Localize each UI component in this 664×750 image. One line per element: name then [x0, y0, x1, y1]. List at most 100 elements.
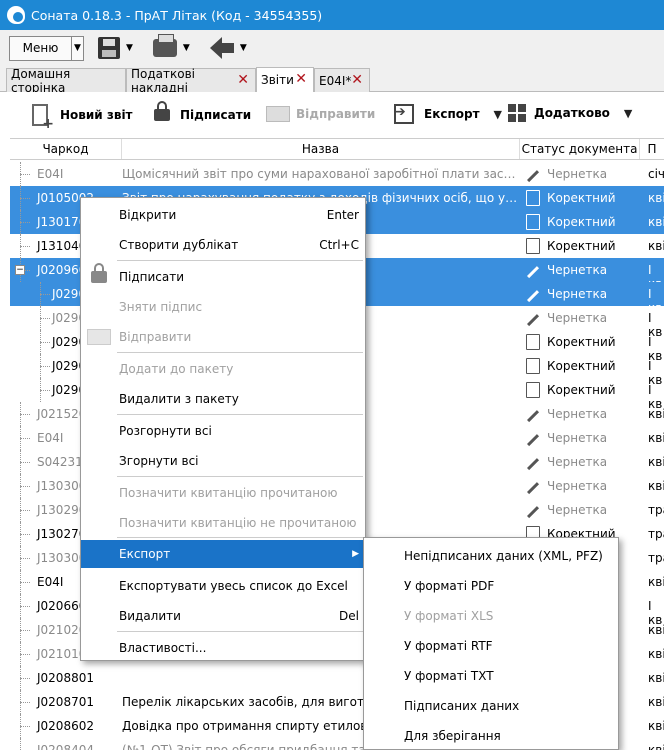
menu-dropdown-icon[interactable]: ▼ — [71, 36, 83, 60]
column-header-name[interactable]: Назва — [122, 139, 520, 159]
submenu-item-unsigned-data[interactable]: Непідписаних даних (XML, PFZ) — [364, 541, 618, 571]
tab-label: Звіти — [261, 73, 294, 87]
column-header-period[interactable]: П — [640, 139, 664, 159]
menu-item-export[interactable]: Експорт ▶ — [81, 540, 365, 568]
menu-item-open[interactable]: Відкрити Enter — [81, 201, 365, 229]
row-period: кві — [648, 455, 664, 469]
menu-item-duplicate[interactable]: Створити дублікат Ctrl+C — [81, 231, 365, 259]
submenu-item-signed-data[interactable]: Підписаних даних — [364, 691, 618, 721]
table-row[interactable]: E04I Щомісячний звіт про суми нарахованої… — [10, 162, 664, 186]
export-button[interactable]: Експорт ▼ — [394, 104, 502, 124]
export-label: Експорт — [424, 107, 480, 121]
submenu-item-label: Непідписаних даних (XML, PFZ) — [404, 549, 603, 563]
tree-branch — [40, 318, 50, 319]
close-icon[interactable]: ✕ — [237, 72, 249, 88]
menu-separator — [117, 476, 363, 477]
menu-item-shortcut: Ctrl+C — [319, 238, 359, 252]
menu-item-mark-read[interactable]: Позначити квитанцію прочитаною — [81, 479, 365, 507]
menu-item-export-excel[interactable]: Експортувати увесь список до Excel — [81, 572, 365, 600]
lock-icon — [91, 263, 107, 283]
menu-item-shortcut: Del — [339, 609, 359, 623]
row-name: Щомісячний звіт про суми нарахованої зар… — [122, 167, 520, 181]
tree-branch — [20, 558, 30, 559]
title-bar: Соната 0.18.3 - ПрАТ Літак (Код - 345543… — [0, 0, 664, 30]
menu-item-properties[interactable]: Властивості... — [81, 634, 365, 662]
row-status: Чернетка — [547, 407, 608, 421]
row-status: Чернетка — [547, 311, 608, 325]
submenu-item-label: Для зберігання — [404, 729, 501, 743]
column-header-barcode[interactable]: Чаркод — [10, 139, 122, 159]
menu-separator — [117, 414, 363, 415]
tab-e04i[interactable]: E04I* ✕ — [314, 68, 370, 92]
row-period: кві — [648, 239, 664, 253]
row-period: тра — [648, 503, 664, 517]
submenu-item-xls[interactable]: У форматі XLS — [364, 601, 618, 631]
new-report-button[interactable]: Новий звіт — [32, 104, 133, 132]
menu-item-collapse-all[interactable]: Згорнути всі — [81, 447, 365, 475]
close-icon[interactable]: ✕ — [351, 72, 363, 88]
menu-item-unsign[interactable]: Зняти підпис — [81, 293, 365, 321]
submenu-item-txt[interactable]: У форматі TXT — [364, 661, 618, 691]
row-barcode: J0208801 — [37, 671, 94, 685]
send-button[interactable]: Відправити — [266, 106, 375, 122]
menu-item-shortcut: Enter — [326, 208, 359, 222]
menu-item-sign[interactable]: Підписати — [81, 263, 365, 291]
menu-item-delete[interactable]: Видалити Del — [81, 602, 365, 630]
menu-item-mark-unread[interactable]: Позначити квитанцію не прочитаною — [81, 509, 365, 537]
menu-item-remove-from-package[interactable]: Видалити з пакету — [81, 385, 365, 413]
row-period: кві — [648, 743, 664, 750]
menu-item-add-to-package[interactable]: Додати до пакету — [81, 355, 365, 383]
print-dropdown-icon[interactable]: ▼ — [183, 43, 190, 53]
tree-branch — [20, 414, 30, 415]
tab-tax-invoices[interactable]: Податкові накладні ✕ — [126, 67, 256, 95]
menu-item-send[interactable]: Відправити — [81, 323, 365, 351]
extra-dropdown-icon[interactable]: ▼ — [624, 107, 632, 120]
tree-branch — [20, 630, 30, 631]
tree-branch — [20, 222, 30, 223]
menu-item-label: Розгорнути всі — [119, 424, 212, 438]
context-menu: Відкрити Enter Створити дублікат Ctrl+C Підп… — [80, 197, 366, 661]
menu-item-label: Додати до пакету — [119, 362, 234, 376]
tab-home[interactable]: Домашня сторінка — [6, 67, 126, 95]
tree-branch — [20, 534, 30, 535]
close-icon[interactable]: ✕ — [295, 71, 307, 87]
collapse-toggle-icon[interactable]: − — [15, 265, 25, 275]
tree-branch — [20, 678, 30, 679]
row-status: Чернетка — [547, 431, 608, 445]
tree-branch — [20, 606, 30, 607]
export-dropdown-icon[interactable]: ▼ — [494, 108, 502, 121]
print-button[interactable]: ▼ — [152, 34, 190, 57]
export-submenu: Непідписаних даних (XML, PFZ) У форматі P… — [363, 537, 619, 750]
row-period: кві — [648, 623, 664, 637]
menu-separator — [117, 352, 363, 353]
submenu-item-label: У форматі PDF — [404, 579, 495, 593]
menu-item-expand-all[interactable]: Розгорнути всі — [81, 417, 365, 445]
submenu-item-rtf[interactable]: У форматі RTF — [364, 631, 618, 661]
menu-item-label: Відкрити — [119, 208, 177, 222]
row-period: кві — [648, 695, 664, 709]
new-document-icon — [32, 104, 54, 132]
row-status: Коректний — [547, 359, 616, 373]
sign-button[interactable]: Підписати — [154, 100, 251, 122]
back-dropdown-icon[interactable]: ▼ — [240, 43, 247, 53]
menu-button[interactable]: Меню ▼ — [9, 35, 84, 61]
submenu-item-archive[interactable]: Для зберігання — [364, 721, 618, 750]
menu-item-label: Позначити квитанцію прочитаною — [119, 486, 338, 500]
submenu-item-pdf[interactable]: У форматі PDF — [364, 571, 618, 601]
save-dropdown-icon[interactable]: ▼ — [126, 43, 133, 53]
row-period: січ — [648, 167, 664, 181]
row-status: Коректний — [547, 191, 616, 205]
extra-button[interactable]: Додатково ▼ — [508, 104, 632, 122]
column-header-status[interactable]: Статус документа — [520, 139, 640, 159]
menu-item-label: Створити дублікат — [119, 238, 239, 252]
save-button[interactable]: ▼ — [98, 37, 133, 59]
envelope-icon — [87, 329, 111, 345]
send-label: Відправити — [296, 107, 376, 121]
tree-branch — [40, 390, 50, 391]
row-period: кві — [648, 479, 664, 493]
back-button[interactable]: ▼ — [209, 37, 247, 59]
submenu-item-label: Підписаних даних — [404, 699, 520, 713]
tab-reports[interactable]: Звіти ✕ — [256, 67, 314, 92]
lock-icon — [154, 101, 170, 121]
menu-separator — [117, 537, 363, 538]
